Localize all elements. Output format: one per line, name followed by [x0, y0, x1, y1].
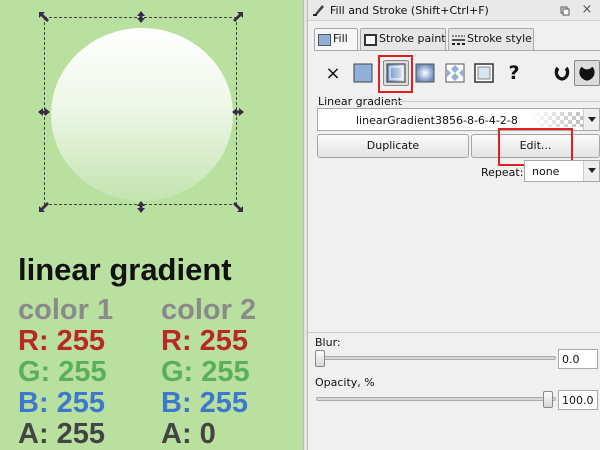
color1-red: R: 255 [18, 325, 106, 357]
fill-rule-evenodd-icon [554, 66, 570, 81]
tab-fill-label: Fill [333, 32, 348, 45]
unset-paint-button[interactable]: ? [501, 60, 527, 86]
fill-rule-evenodd-button[interactable] [549, 60, 575, 86]
flat-color-button[interactable] [350, 60, 376, 86]
color1-alpha: A: 255 [18, 418, 106, 450]
color2-blue: B: 255 [161, 387, 249, 419]
panel-separator [308, 332, 600, 333]
scale-handle-left[interactable] [37, 105, 51, 119]
paint-type-row: × ? [308, 58, 600, 88]
tab-stroke-paint-label: Stroke paint [379, 32, 446, 45]
color1-info: color 1 R: 255 G: 255 B: 255 A: 255 [18, 295, 113, 450]
no-paint-icon: × [325, 62, 341, 84]
gradient-name: linearGradient3856-8-6-4-2-8 [356, 114, 518, 127]
tab-fill[interactable]: Fill [314, 28, 358, 51]
blur-label: Blur: [315, 336, 341, 349]
opacity-value: 100.0 [562, 394, 594, 407]
tab-stroke-paint[interactable]: Stroke paint [360, 28, 446, 50]
opacity-label: Opacity, % [315, 376, 375, 389]
scale-handle-bottom-right[interactable] [231, 200, 245, 214]
radial-gradient-button[interactable] [412, 60, 438, 86]
color1-green: G: 255 [18, 356, 107, 388]
color2-info: color 2 R: 255 G: 255 B: 255 A: 0 [161, 295, 256, 450]
flat-color-icon [353, 63, 373, 83]
scale-handle-bottom[interactable] [134, 200, 148, 214]
blur-slider-knob[interactable] [315, 350, 325, 367]
canvas-heading: linear gradient [18, 252, 232, 287]
stroke-paint-tab-icon [364, 33, 377, 46]
color2-green: G: 255 [161, 356, 250, 388]
scale-handle-bottom-left[interactable] [37, 200, 51, 214]
pattern-icon [445, 63, 465, 83]
panel-iconify-icon[interactable] [557, 3, 571, 17]
fill-rule-nonzero-icon [579, 66, 595, 81]
gradient-circle[interactable] [51, 28, 233, 201]
fill-stroke-icon [312, 3, 326, 17]
pattern-button[interactable] [442, 60, 468, 86]
opacity-slider-track[interactable] [316, 397, 556, 401]
blur-slider-track[interactable] [316, 356, 556, 360]
section-separator [390, 101, 600, 102]
panel-title: Fill and Stroke (Shift+Ctrl+F) [330, 4, 489, 17]
scale-handle-top-left[interactable] [37, 10, 51, 24]
panel-titlebar: Fill and Stroke (Shift+Ctrl+F) × [308, 0, 600, 21]
scale-handle-right[interactable] [231, 105, 245, 119]
fill-rule-nonzero-button[interactable] [574, 60, 600, 86]
blur-value: 0.0 [562, 353, 580, 366]
color1-blue: B: 255 [18, 387, 106, 419]
color1-title: color 1 [18, 294, 114, 326]
duplicate-button[interactable]: Duplicate [317, 134, 469, 158]
chevron-down-icon[interactable] [583, 109, 599, 130]
radial-gradient-icon [415, 63, 435, 83]
tab-stroke-style-label: Stroke style [467, 32, 532, 45]
tab-pane-border [314, 50, 600, 51]
color2-title: color 2 [161, 294, 257, 326]
color2-alpha: A: 0 [161, 418, 216, 450]
color2-red: R: 255 [161, 325, 249, 357]
scale-handle-top-right[interactable] [231, 10, 245, 24]
gradient-preview [532, 112, 584, 127]
tab-stroke-style[interactable]: Stroke style [448, 28, 534, 50]
fill-tab-icon [318, 33, 331, 46]
drawing-canvas[interactable]: linear gradient color 1 R: 255 G: 255 B:… [0, 0, 303, 450]
panel-close-icon[interactable]: × [580, 3, 594, 17]
swatch-icon [474, 63, 494, 83]
scale-handle-top[interactable] [134, 10, 148, 24]
fill-stroke-panel: Fill and Stroke (Shift+Ctrl+F) × Fill St… [308, 0, 600, 450]
stroke-style-tab-icon [452, 33, 465, 45]
swatch-button[interactable] [471, 60, 497, 86]
repeat-value: none [532, 165, 560, 178]
blur-spinbox[interactable]: 0.0 [558, 349, 598, 369]
opacity-spinbox[interactable]: 100.0 [558, 390, 598, 410]
chevron-down-icon[interactable] [583, 161, 599, 181]
no-paint-button[interactable]: × [320, 60, 346, 86]
highlight-linear-gradient [378, 55, 413, 93]
repeat-label: Repeat: [481, 166, 524, 179]
opacity-slider-knob[interactable] [543, 391, 553, 408]
repeat-select[interactable]: none [524, 160, 600, 182]
unset-paint-icon: ? [508, 62, 520, 84]
